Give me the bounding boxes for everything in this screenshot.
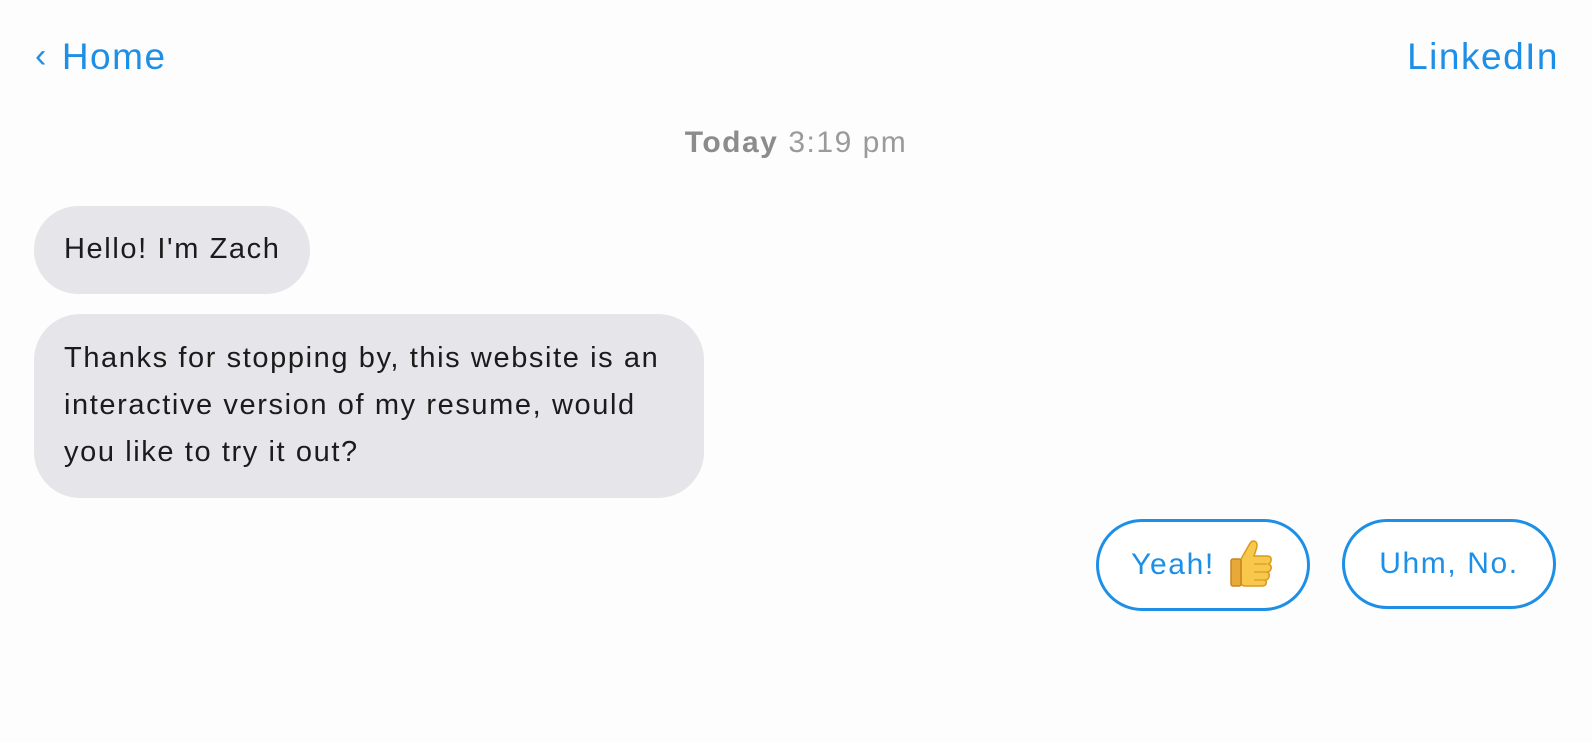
chevron-left-icon: ‹ [35,36,48,75]
home-link-label: Home [61,36,167,77]
message-bubble: Hello! I'm Zach [34,206,311,294]
no-reply-button[interactable]: Uhm, No. [1342,519,1556,609]
linkedin-link[interactable]: LinkedIn [1407,36,1559,78]
message-bubble: Thanks for stopping by, this website is … [34,314,704,498]
timestamp-time: 3:19 pm [788,126,908,159]
no-reply-label: Uhm, No. [1379,547,1519,580]
chat-page: ‹ Home LinkedIn Today 3:19 pm Hello! I'm … [0,0,1592,742]
yes-reply-button[interactable]: Yeah! [1096,519,1310,611]
conversation-timestamp: Today 3:19 pm [0,126,1592,160]
thumbs-up-icon [1227,537,1275,595]
yes-reply-label: Yeah! [1131,548,1215,581]
timestamp-day: Today [684,126,779,159]
home-back-link[interactable]: ‹ Home [35,36,167,78]
